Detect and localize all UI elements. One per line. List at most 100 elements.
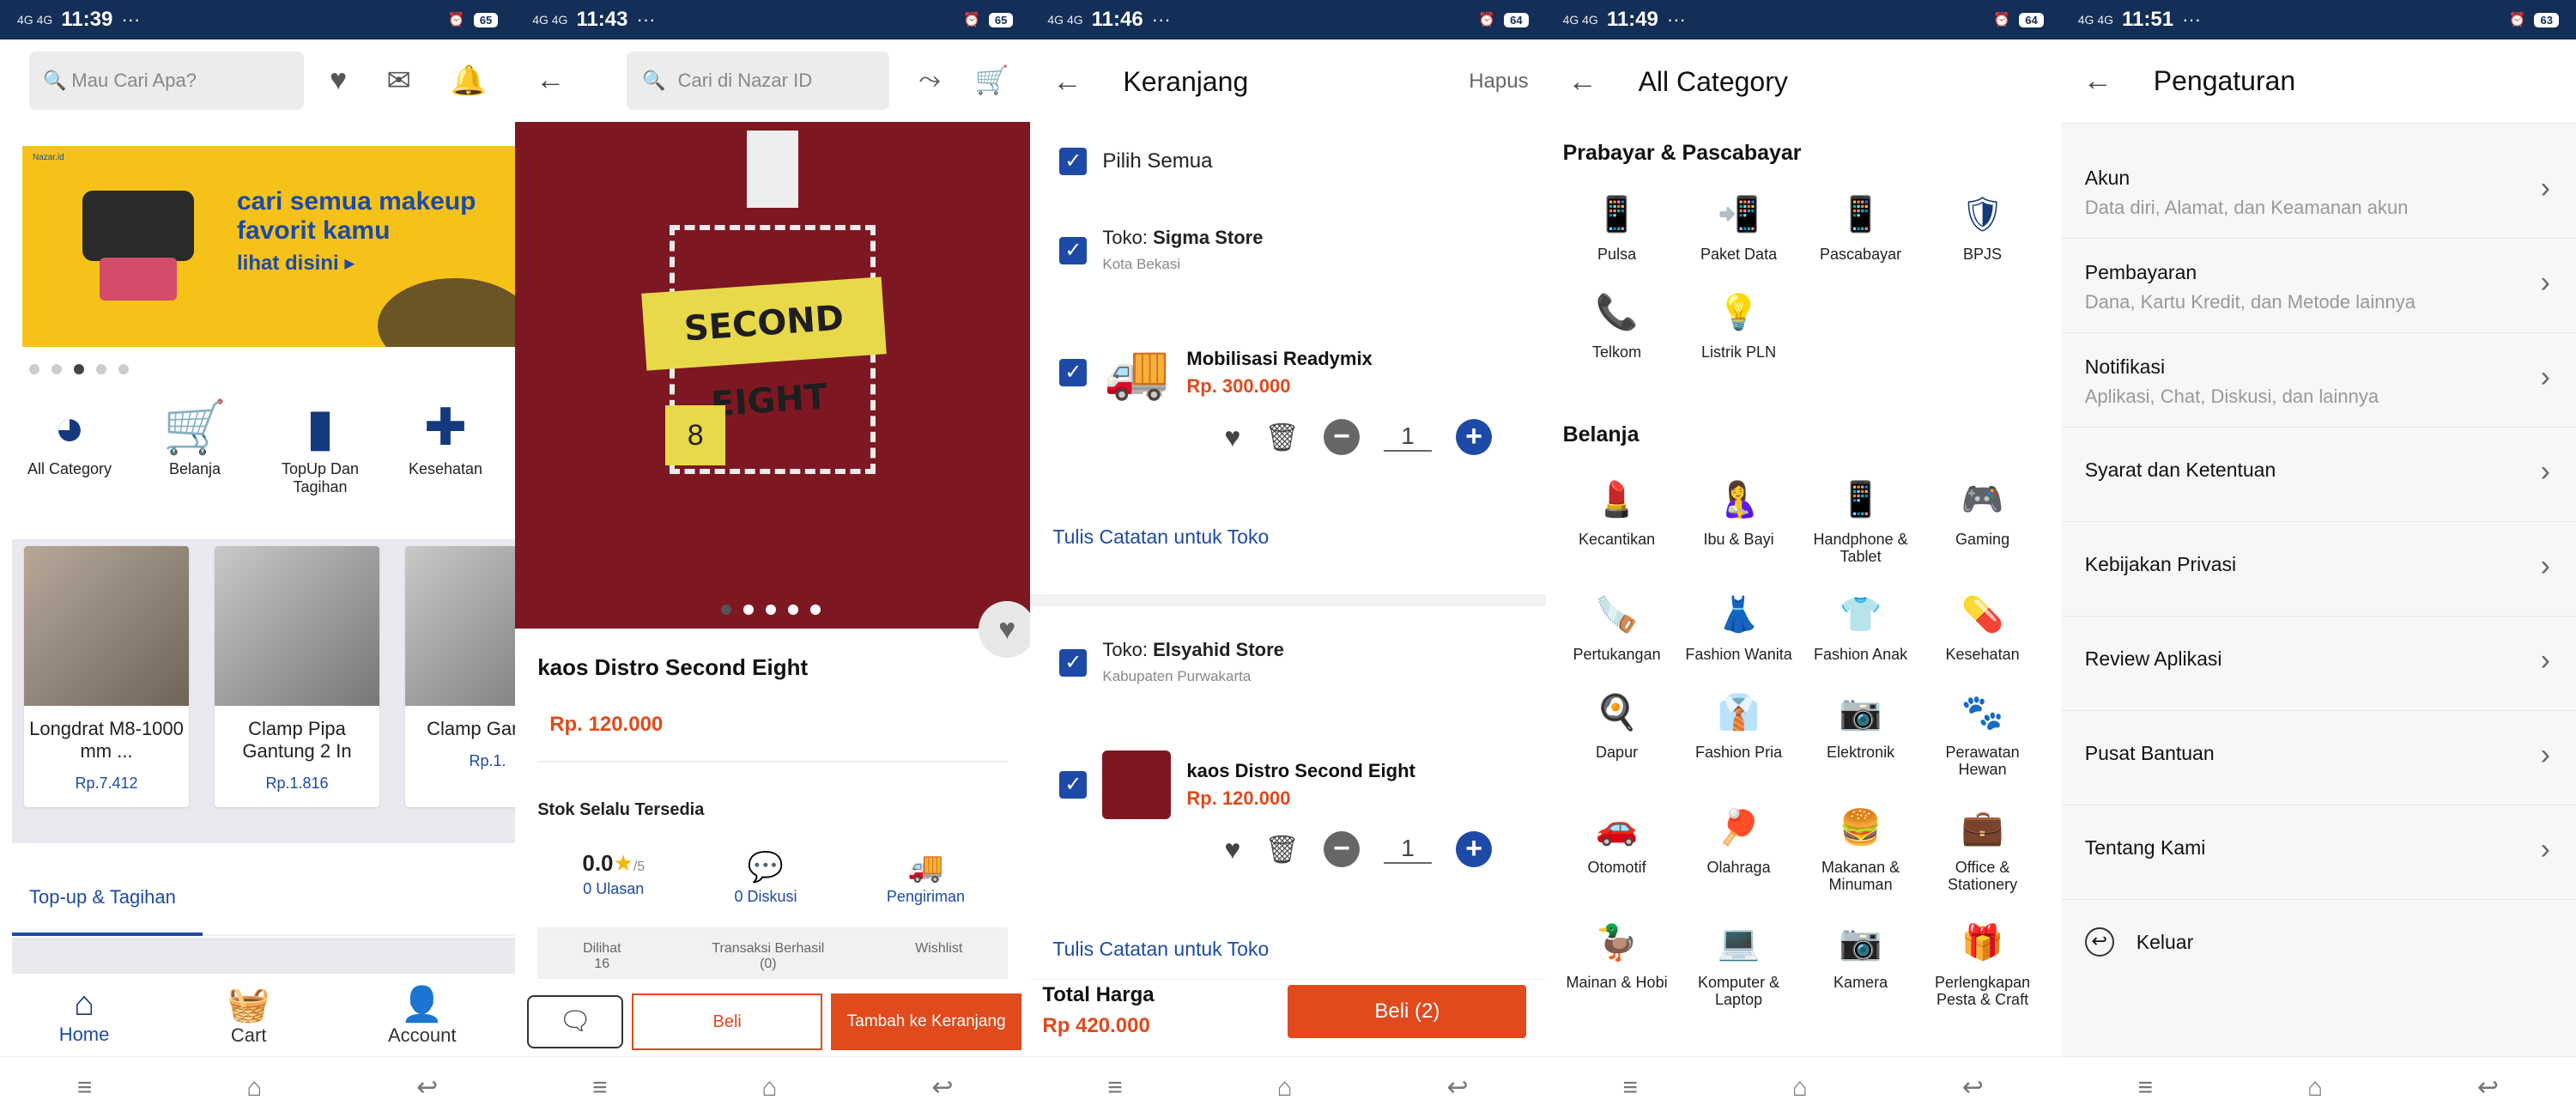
menu-icon[interactable]: ≡ [77,1073,93,1103]
quantity-stepper[interactable]: 1 [1384,422,1432,452]
tab-topup[interactable]: Top-up & Tagihan [29,886,176,908]
category-listrik[interactable]: 💡 Listrik PLN [1678,289,1800,361]
category-pulsa[interactable]: 📱 Pulsa [1556,191,1678,263]
category-komputer[interactable]: 💻 Komputer & Laptop [1678,919,1800,1008]
category-pertukangan[interactable]: 🪚 Pertukangan [1556,591,1678,663]
home-button-icon[interactable]: ⌂ [1792,1073,1808,1103]
search-input[interactable]: 🔍 Mau Cari Apa? [29,52,304,110]
nav-account[interactable]: 👤 Account [388,984,457,1047]
product-card[interactable]: Longdrat M8-1000 mm ... Rp.7.412 [24,546,189,807]
menu-icon[interactable]: ≡ [2138,1073,2154,1103]
category-office[interactable]: 💼 Office & Stationery [1922,804,2044,893]
category-dapur[interactable]: 🍳 Dapur [1556,689,1678,778]
back-button-icon[interactable]: ↩ [931,1072,953,1103]
checkbox-icon[interactable]: ✓ [1059,359,1088,386]
category-perawatan-hewan[interactable]: 🐾 Perawatan Hewan [1922,689,2044,778]
category-fashion-wanita[interactable]: 👗 Fashion Wanita [1678,591,1800,663]
back-button-icon[interactable]: ↩ [2477,1072,2499,1103]
settings-kebijakan[interactable]: Kebijakan Privasi › [2060,522,2576,617]
add-to-cart-button[interactable]: Tambah ke Keranjang [831,993,1022,1050]
chat-button[interactable]: 🗨 [527,995,624,1048]
back-arrow-icon[interactable]: ← [536,64,565,97]
checkbox-icon[interactable]: ✓ [1059,148,1088,175]
settings-akun[interactable]: Akun Data diri, Alamat, dan Keamanan akun… [2060,144,2576,239]
settings-syarat[interactable]: Syarat dan Ketentuan › [2060,428,2576,522]
plus-button[interactable]: + [1456,831,1492,867]
category-kamera[interactable]: 📷 Kamera [1800,919,1922,1008]
menu-icon[interactable]: ≡ [592,1073,608,1103]
bell-icon[interactable]: 🔔 [451,64,487,98]
promo-banner[interactable]: Nazar.id cari semua makeup favorit kamu … [22,146,515,347]
checkbox-icon[interactable]: ✓ [1059,649,1088,677]
menu-icon[interactable]: ≡ [1622,1073,1638,1103]
home-button-icon[interactable]: ⌂ [2307,1073,2323,1103]
back-arrow-icon[interactable]: ← [1052,65,1082,99]
buy-button[interactable]: Beli [632,993,823,1050]
product-card[interactable]: Clamp Pipa Gantung 2 In Rp.1.816 [215,546,379,807]
search-input[interactable]: 🔍 Cari di Nazar ID [627,52,890,110]
category-fashion-anak[interactable]: 👕 Fashion Anak [1800,591,1922,663]
nav-cart[interactable]: 🧺 Cart [227,984,270,1047]
checkbox-icon[interactable]: ✓ [1059,237,1088,264]
category-belanja[interactable]: 🛒 Belanja [144,395,245,496]
category-elektronik[interactable]: 📷 Elektronik [1800,689,1922,778]
category-kesehatan[interactable]: 💊 Kesehatan [1922,591,2044,663]
delete-button[interactable]: Hapus [1469,70,1528,94]
settings-review[interactable]: Review Aplikasi › [2060,617,2576,711]
back-button-icon[interactable]: ↩ [1962,1072,1984,1103]
image-dot[interactable] [788,605,799,615]
plus-button[interactable]: + [1456,419,1492,455]
discussion-stat[interactable]: 💬 0 Diskusi [735,850,797,906]
select-all-row[interactable]: ✓ Pilih Semua [1059,148,1212,175]
logout-button[interactable]: ↩ Keluar [2084,927,2193,957]
wishlist-heart-icon[interactable]: ♥ [979,601,1031,658]
category-pesta[interactable]: 🎁 Perlengkapan Pesta & Craft [1922,919,2044,1008]
product-card[interactable]: Clamp Gantun Rp.1. [405,546,516,807]
quantity-stepper[interactable]: 1 [1384,835,1432,864]
category-mainan[interactable]: 🦆 Mainan & Hobi [1556,919,1678,1008]
minus-button[interactable]: − [1324,831,1360,867]
category-kesehatan[interactable]: ✚ Kesehatan [395,395,496,496]
home-button-icon[interactable]: ⌂ [761,1073,777,1103]
category-bpjs[interactable]: 🛡 BPJS [1922,191,2044,263]
carousel-dot[interactable] [52,364,62,374]
category-makanan[interactable]: 🍔 Makanan & Minuman [1800,804,1922,893]
mail-icon[interactable]: ✉ [386,64,411,98]
cart-icon[interactable]: 🛒 [975,64,1009,96]
minus-button[interactable]: − [1324,419,1360,455]
nav-home[interactable]: ⌂ Home [59,985,110,1046]
settings-bantuan[interactable]: Pusat Bantuan › [2060,711,2576,805]
image-dot[interactable] [766,605,777,615]
shipping-stat[interactable]: 🚚 Pengiriman [887,850,965,906]
back-arrow-icon[interactable]: ← [1568,65,1597,99]
category-fashion-pria[interactable]: 👔 Fashion Pria [1678,689,1800,778]
image-dot[interactable] [810,605,821,615]
category-pascabayar[interactable]: 📱 Pascabayar [1800,191,1922,263]
heart-icon[interactable]: ♥ [1224,422,1240,453]
banner-cta[interactable]: lihat disini ▸ [237,249,355,278]
trash-icon[interactable]: 🗑 [1264,833,1300,866]
trash-icon[interactable]: 🗑 [1264,421,1300,453]
store-note-link[interactable]: Tulis Catatan untuk Toko [1052,526,1269,549]
heart-icon[interactable]: ♥ [330,64,347,98]
checkbox-icon[interactable]: ✓ [1059,771,1088,799]
category-gaming[interactable]: 🎮 Gaming [1922,476,2044,565]
category-telkom[interactable]: 📞 Telkom [1556,289,1678,361]
image-dot[interactable] [721,605,732,615]
settings-tentang[interactable]: Tentang Kami › [2060,805,2576,900]
settings-pembayaran[interactable]: Pembayaran Dana, Kartu Kredit, dan Metode… [2060,239,2576,333]
category-topup[interactable]: ▮ TopUp Dan Tagihan [270,395,371,496]
back-arrow-icon[interactable]: ← [2083,64,2112,98]
category-all[interactable]: ◕ All Category [19,395,120,496]
back-button-icon[interactable]: ↩ [1447,1072,1469,1103]
category-olahraga[interactable]: 🏓 Olahraga [1678,804,1800,893]
checkout-button[interactable]: Beli (2) [1288,985,1527,1038]
category-otomotif[interactable]: 🚗 Otomotif [1556,804,1678,893]
home-button-icon[interactable]: ⌂ [246,1073,262,1103]
category-kecantikan[interactable]: 💄 Kecantikan [1556,476,1678,565]
settings-notifikasi[interactable]: Notifikasi Aplikasi, Chat, Diskusi, dan l… [2060,333,2576,428]
share-icon[interactable]: ⤳ [918,64,941,96]
back-button-icon[interactable]: ↩ [416,1072,438,1103]
store-note-link[interactable]: Tulis Catatan untuk Toko [1052,938,1269,961]
carousel-dot[interactable] [29,364,39,374]
